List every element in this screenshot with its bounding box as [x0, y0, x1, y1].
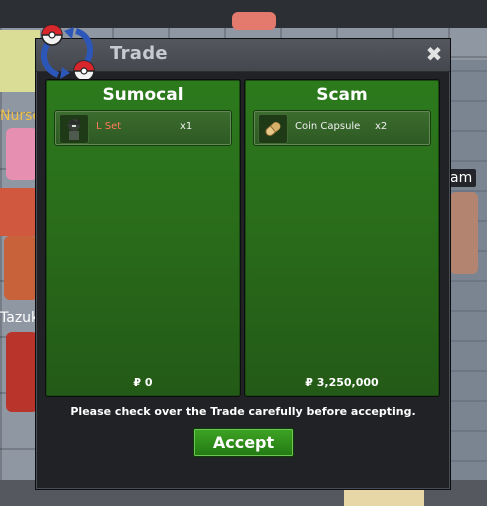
left-player-name: Sumocal [102, 85, 184, 105]
outfit-icon [59, 114, 89, 144]
trade-window: Trade ✖ Sumocal L Set x1 ₽ 0 Scam Coin C… [35, 24, 451, 490]
item-quantity: x2 [375, 121, 388, 132]
right-money-amount: ₽ 3,250,000 [305, 376, 379, 389]
capsule-icon [258, 114, 288, 144]
left-offer-panel: Sumocal L Set x1 ₽ 0 [46, 80, 240, 396]
tazu-name-label: Tazuk [0, 310, 40, 326]
trade-warning-notice: Please check over the Trade carefully be… [70, 405, 416, 418]
right-wall [448, 60, 487, 490]
left-money-amount: ₽ 0 [133, 376, 153, 389]
item-name: Coin Capsule [295, 121, 361, 132]
window-title: Trade [110, 43, 168, 64]
tan-floor-patch [344, 490, 424, 506]
nurse-sprite[interactable] [6, 128, 38, 180]
npc-sprite[interactable] [4, 236, 38, 300]
trade-arrows-icon [40, 24, 95, 82]
tazu-sprite[interactable] [6, 332, 38, 412]
close-button[interactable]: ✖ [424, 43, 444, 65]
top-npc-sprite[interactable] [232, 12, 276, 30]
right-offer-panel: Scam Coin Capsule x2 ₽ 3,250,000 [245, 80, 439, 396]
item-quantity: x1 [180, 121, 193, 132]
scam-sprite[interactable] [450, 192, 478, 274]
accept-button[interactable]: Accept [193, 428, 294, 457]
red-carpet [0, 188, 36, 236]
item-name: L Set [96, 121, 122, 132]
trade-item-slot[interactable]: L Set x1 [55, 111, 231, 145]
right-player-name: Scam [316, 85, 368, 105]
trade-item-slot[interactable]: Coin Capsule x2 [254, 111, 430, 145]
